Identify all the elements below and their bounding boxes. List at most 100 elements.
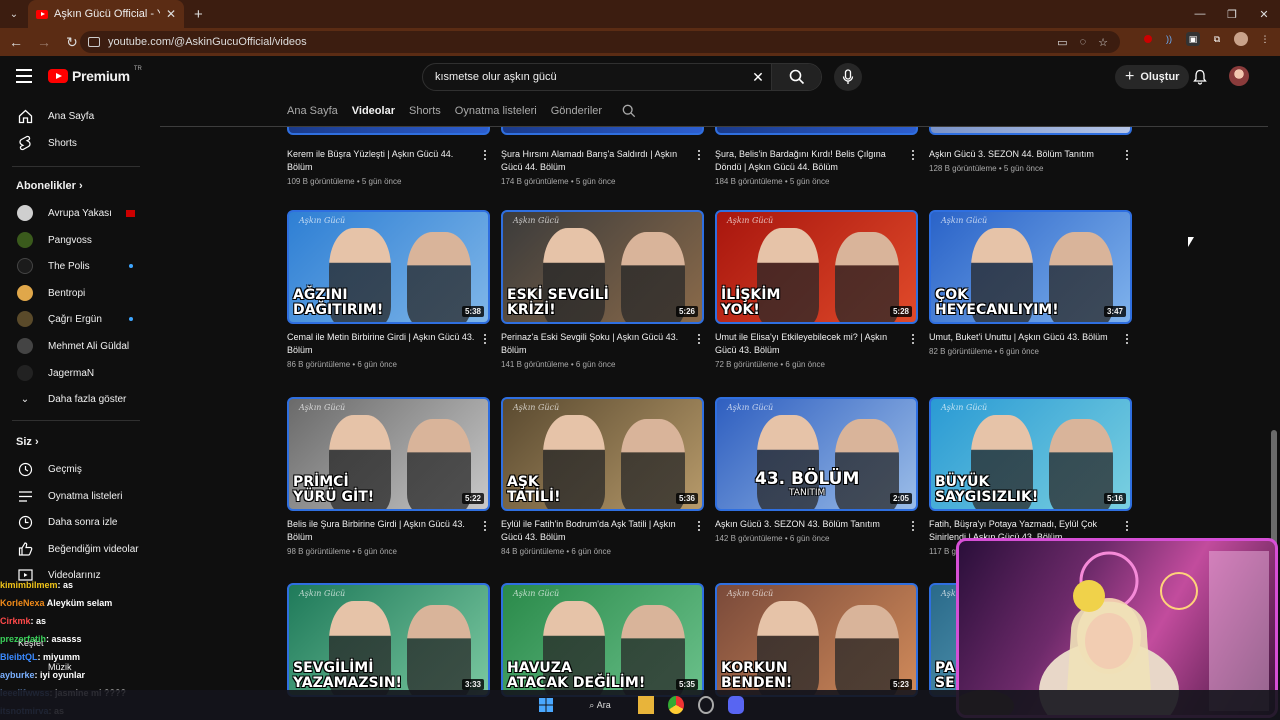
video-thumbnail[interactable]: Aşkın Gücü TANITIM 43. BÖLÜM 2:05 (715, 397, 918, 511)
more-actions-icon[interactable] (694, 150, 704, 160)
search-button[interactable] (771, 64, 821, 90)
more-actions-icon[interactable] (694, 334, 704, 344)
video-title[interactable]: Aşkın Gücü 3. SEZON 43. Bölüm Tanıtım (715, 518, 905, 531)
sidebar-item-subscription[interactable]: The Polis (0, 253, 152, 279)
video-thumbnail[interactable]: Aşkın Gücü ÇOK HEYECANLIYIM! 3:47 (929, 210, 1132, 324)
video-thumbnail[interactable]: Aşkın Gücü ESKİ SEVGİLİ KRİZİ! 5:26 (501, 210, 704, 324)
more-actions-icon[interactable] (908, 334, 918, 344)
more-actions-icon[interactable] (480, 521, 490, 531)
sidebar-item-shorts[interactable]: Shorts (0, 130, 152, 156)
sidebar-item-history[interactable]: Geçmiş (0, 456, 152, 482)
extension-red-icon[interactable] (1144, 35, 1152, 43)
video-thumbnail[interactable]: Aşkın Gücü BÜYÜK SAYGISIZLIK! 5:16 (929, 397, 1132, 511)
back-icon[interactable]: ← (4, 30, 28, 54)
more-actions-icon[interactable] (1122, 521, 1132, 531)
video-thumbnail[interactable]: Aşkın Gücü AŞK TATİLİ! 5:36 (501, 397, 704, 511)
chrome-icon[interactable] (668, 696, 684, 714)
video-card[interactable]: Aşkın Gücü TANITIM 43. BÖLÜM 2:05 Aşkın Gücü… (715, 397, 918, 543)
windows-start-icon[interactable] (538, 696, 554, 714)
sidebar-item-watch-later[interactable]: Daha sonra izle (0, 509, 152, 535)
tab-posts[interactable]: Gönderiler (551, 105, 602, 117)
eye-off-icon[interactable]: ◌ (1080, 36, 1087, 49)
video-card[interactable]: Aşkın Gücü İLİŞKİM YOK! 5:28 Umut ile Elisa… (715, 210, 918, 369)
close-tab-icon[interactable]: ✕ (166, 7, 176, 21)
close-window-icon[interactable]: ✕ (1248, 0, 1280, 28)
more-actions-icon[interactable] (908, 150, 918, 160)
tab-home[interactable]: Ana Sayfa (287, 105, 338, 117)
you-heading[interactable]: Siz › (16, 436, 39, 448)
video-card[interactable]: Aşkın Gücü 3. SEZON 44. Bölüm Tanıtım 128… (929, 127, 1132, 173)
video-title[interactable]: Kerem ile Büşra Yüzleşti | Aşkın Gücü 44… (287, 148, 477, 174)
sidebar-item-home[interactable]: Ana Sayfa (0, 103, 152, 129)
more-actions-icon[interactable] (1122, 150, 1132, 160)
sidebar-item-liked-videos[interactable]: Beğendiğim videolar (0, 536, 152, 562)
more-actions-icon[interactable] (480, 334, 490, 344)
cast-icon[interactable]: ▭ (1057, 36, 1067, 49)
sidebar-item-subscription[interactable]: JagermaN (0, 360, 152, 386)
notifications-bell-icon[interactable] (1193, 69, 1207, 85)
video-title[interactable]: Umut, Buket'i Unuttu | Aşkın Gücü 43. Bö… (929, 331, 1119, 344)
video-thumbnail[interactable] (501, 127, 704, 135)
extension-wave-icon[interactable]: )) (1162, 32, 1176, 46)
clear-search-icon[interactable]: ✕ (745, 69, 771, 86)
video-card[interactable]: Şura, Belis'in Bardağını Kırdı! Belis Çı… (715, 127, 918, 186)
video-card[interactable]: Aşkın Gücü ÇOK HEYECANLIYIM! 3:47 Umut, Buk… (929, 210, 1132, 356)
voice-search-button[interactable] (834, 63, 862, 91)
tab-search-icon[interactable]: ⌄ (0, 0, 28, 28)
obs-icon[interactable] (698, 696, 714, 714)
sidebar-item-subscription[interactable]: Bentropi (0, 280, 152, 306)
video-card[interactable]: Aşkın Gücü SEVGİLİMİ YAZAMAZSIN! 3:33 (287, 583, 490, 697)
video-thumbnail[interactable]: Aşkın Gücü KORKUN BENDEN! 5:23 (715, 583, 918, 697)
tab-videos[interactable]: Videolar (352, 105, 395, 117)
forward-icon[interactable]: → (32, 30, 56, 54)
video-card[interactable]: Aşkın Gücü KORKUN BENDEN! 5:23 (715, 583, 918, 697)
video-thumbnail[interactable]: Aşkın Gücü AĞZINI DAĞITIRIM! 5:38 (287, 210, 490, 324)
video-card[interactable]: Aşkın Gücü ESKİ SEVGİLİ KRİZİ! 5:26 Perinaz… (501, 210, 704, 369)
tab-playlists[interactable]: Oynatma listeleri (455, 105, 537, 117)
video-card[interactable]: Aşkın Gücü HAVUZA ATACAK DEĞİLİM! 5:35 (501, 583, 704, 697)
more-actions-icon[interactable] (694, 521, 704, 531)
video-thumbnail[interactable] (287, 127, 490, 135)
account-avatar[interactable] (1229, 66, 1249, 86)
sidebar-item-subscription[interactable]: Mehmet Ali Güldal (0, 333, 152, 359)
more-actions-icon[interactable] (1122, 334, 1132, 344)
extensions-puzzle-icon[interactable]: ⧉ (1210, 32, 1224, 46)
video-card[interactable]: Aşkın Gücü AŞK TATİLİ! 5:36 Eylül ile Fatih… (501, 397, 704, 556)
file-explorer-icon[interactable] (638, 696, 654, 714)
video-thumbnail[interactable] (715, 127, 918, 135)
video-thumbnail[interactable]: Aşkın Gücü SEVGİLİMİ YAZAMAZSIN! 3:33 (287, 583, 490, 697)
sidebar-item-subscription[interactable]: Pangvoss (0, 227, 152, 253)
sidebar-item-subscription[interactable]: Çağrı Ergün (0, 306, 152, 332)
extension-square-icon[interactable]: ▣ (1186, 32, 1200, 46)
video-card[interactable]: Aşkın Gücü AĞZINI DAĞITIRIM! 5:38 Cemal ile… (287, 210, 490, 369)
video-card[interactable]: Aşkın Gücü PRİMCİ YÜRÜ GİT! 5:22 Belis ile … (287, 397, 490, 556)
show-more-button[interactable]: ⌄ Daha fazla göster (0, 386, 152, 412)
video-card[interactable]: Aşkın Gücü BÜYÜK SAYGISIZLIK! 5:16 Fatih, B… (929, 397, 1132, 556)
site-info-icon[interactable] (88, 37, 100, 47)
minimize-icon[interactable]: — (1184, 0, 1216, 28)
video-title[interactable]: Cemal ile Metin Birbirine Girdi | Aşkın … (287, 331, 477, 357)
profile-avatar[interactable] (1234, 32, 1248, 46)
menu-icon[interactable] (16, 69, 32, 83)
browser-tab[interactable]: Aşkın Gücü Official - YouTube ✕ (28, 0, 184, 28)
search-input[interactable]: kısmetse olur aşkın gücü (423, 71, 745, 83)
channel-search-icon[interactable] (622, 104, 636, 118)
address-bar[interactable]: youtube.com/@AskinGucuOfficial/videos ▭ … (80, 31, 1120, 53)
youtube-premium-logo[interactable]: Premium TR (48, 66, 142, 84)
video-title[interactable]: Perinaz'a Eski Sevgili Şoku | Aşkın Gücü… (501, 331, 691, 357)
video-thumbnail[interactable] (929, 127, 1132, 135)
video-thumbnail[interactable]: Aşkın Gücü PRİMCİ YÜRÜ GİT! 5:22 (287, 397, 490, 511)
browser-menu-icon[interactable]: ⋮ (1258, 32, 1272, 46)
sidebar-item-subscription[interactable]: Avrupa Yakası (0, 200, 152, 226)
restore-icon[interactable]: ❐ (1216, 0, 1248, 28)
video-thumbnail[interactable]: Aşkın Gücü İLİŞKİM YOK! 5:28 (715, 210, 918, 324)
sidebar-item-playlists[interactable]: Oynatma listeleri (0, 483, 152, 509)
bookmark-star-icon[interactable]: ☆ (1098, 36, 1108, 49)
video-title[interactable]: Şura, Belis'in Bardağını Kırdı! Belis Çı… (715, 148, 905, 174)
more-actions-icon[interactable] (908, 521, 918, 531)
new-tab-icon[interactable]: + (194, 6, 203, 23)
more-actions-icon[interactable] (480, 150, 490, 160)
create-button[interactable]: + Oluştur (1115, 65, 1190, 89)
taskbar-search[interactable]: ⌕ Ara (580, 696, 620, 714)
video-thumbnail[interactable]: Aşkın Gücü HAVUZA ATACAK DEĞİLİM! 5:35 (501, 583, 704, 697)
